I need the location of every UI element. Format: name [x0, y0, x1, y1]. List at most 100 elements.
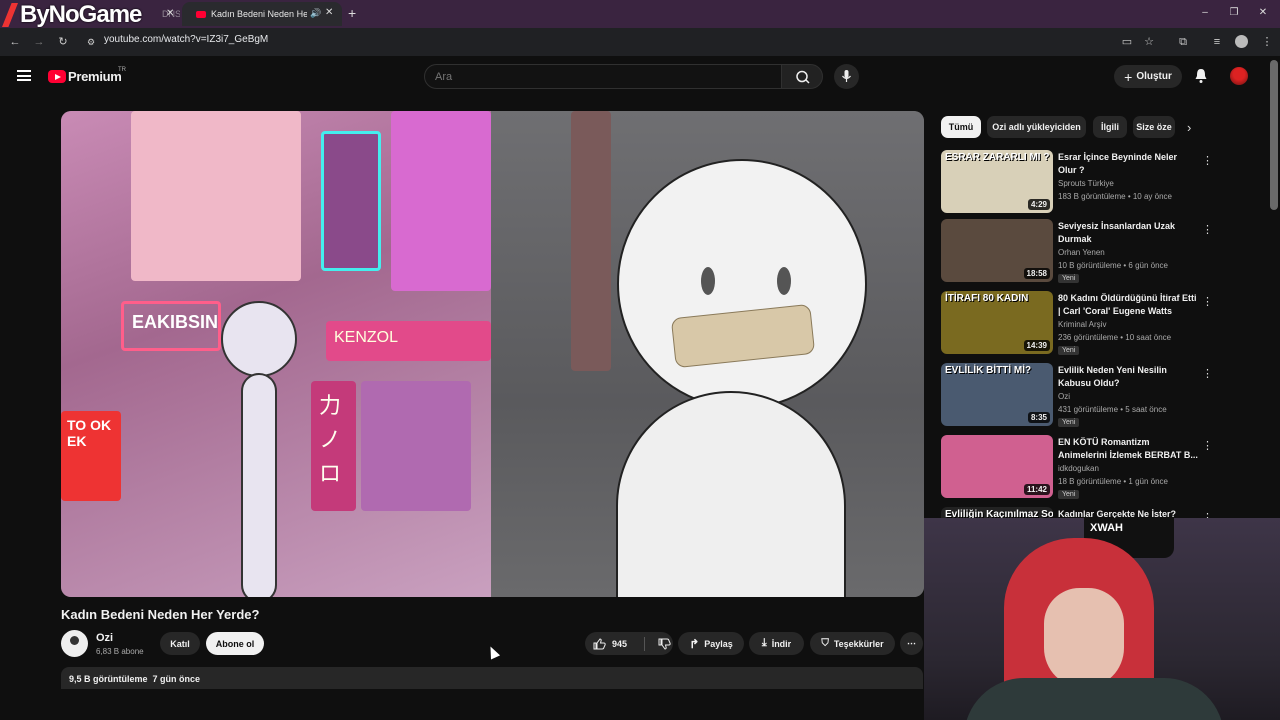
recommendation-title[interactable]: Kadınlar Gerçekte Ne İster? [1058, 508, 1198, 518]
search-input[interactable] [424, 64, 782, 89]
chip-related[interactable]: İlgili [1093, 116, 1127, 138]
poster [391, 111, 491, 291]
chair-logo: XWAH [1090, 522, 1123, 534]
chip-for-you[interactable]: Size öze [1133, 116, 1175, 138]
recommendation-channel[interactable]: Ozi [1058, 392, 1070, 401]
neon-sign-text: EAKIBSIN [121, 301, 221, 351]
account-avatar[interactable] [1230, 67, 1248, 85]
more-actions-button[interactable]: ⋯ [900, 632, 923, 655]
more-vertical-icon[interactable]: ⋮ [1202, 223, 1213, 236]
more-vertical-icon[interactable]: ⋮ [1202, 367, 1213, 380]
url-field[interactable]: youtube.com/watch?v=IZ3i7_GeBgM [104, 34, 268, 45]
description-box[interactable]: 9,5 B görüntüleme 7 gün önce [61, 667, 923, 689]
profile-icon[interactable] [1235, 35, 1248, 48]
channel-name[interactable]: Ozi [96, 632, 113, 644]
neon-sign-text: TO OK EK [61, 411, 121, 501]
recommendation-item[interactable]: İTİRAFI 80 KADIN 14:39 80 Kadını Öldürdüğü… [941, 291, 1213, 357]
recommendation-thumbnail[interactable]: 11:42 [941, 435, 1053, 498]
recommendation-title[interactable]: Evlilik Neden Yeni Nesilin Kabusu Oldu? [1058, 364, 1198, 390]
video-duration: 8:35 [1027, 412, 1050, 423]
recommendation-thumbnail[interactable]: ESRAR ZARARLI MI ? 4:29 [941, 150, 1053, 213]
recommendation-title[interactable]: Seviyesiz İnsanlardan Uzak Durmak [1058, 220, 1198, 246]
recommendation-channel[interactable]: Kriminal Arşiv [1058, 320, 1106, 329]
reading-list-icon[interactable]: ≡ [1210, 35, 1224, 49]
site-info-icon[interactable]: ⚙ [84, 35, 98, 49]
voice-search-button[interactable] [834, 64, 859, 89]
reload-icon[interactable]: ↻ [56, 35, 70, 49]
search-button[interactable] [781, 64, 823, 89]
like-button[interactable]: 945 [593, 637, 627, 650]
recommendation-title[interactable]: Esrar İçince Beyninde Neler Olur ? [1058, 151, 1198, 177]
logo-text[interactable]: Premium [68, 69, 122, 84]
neon-sign-text: 力ノロ [311, 381, 356, 511]
forward-icon[interactable]: → [32, 35, 46, 49]
close-window-icon[interactable]: ✕ [1256, 6, 1270, 20]
search-icon [796, 70, 810, 84]
neon-sign [321, 131, 381, 271]
like-dislike-group: 945 [585, 632, 673, 655]
thumbnail-text: Evliliğin Kaçınılmaz Sonu... [945, 509, 1053, 518]
channel-avatar[interactable] [61, 630, 88, 657]
recommendation-item[interactable]: EVLİLİK BİTTİ Mİ? 8:35 Evlilik Neden Yeni … [941, 363, 1213, 429]
recommendation-thumbnail[interactable]: İTİRAFI 80 KADIN 14:39 [941, 291, 1053, 354]
youtube-favicon-icon [196, 10, 206, 18]
bookmark-star-icon[interactable]: ☆ [1142, 35, 1156, 49]
recommendation-meta: 183 B görüntüleme • 10 ay önce [1058, 192, 1172, 201]
subscribe-button[interactable]: Abone ol [206, 632, 264, 655]
download-button[interactable]: ⤓ İndir [749, 632, 804, 655]
recommendation-meta: 18 B görüntüleme • 1 gün önce [1058, 477, 1168, 486]
back-icon[interactable]: ← [8, 35, 22, 49]
new-badge: Yeni [1058, 274, 1080, 283]
new-tab-icon[interactable]: + [348, 5, 356, 21]
video-player[interactable]: EAKIBSIN KENZOL TO OK EK 力ノロ [61, 111, 924, 597]
restore-icon[interactable]: ❐ [1227, 6, 1241, 20]
tab-title: Kadın Bedeni Neden Her Yerde [211, 9, 307, 19]
more-vertical-icon[interactable]: ⋮ [1202, 295, 1213, 308]
mouse-cursor-icon [485, 644, 501, 660]
install-app-icon[interactable]: ▭ [1120, 35, 1134, 49]
recommendation-item[interactable]: 18:58 Seviyesiz İnsanlardan Uzak Durmak Or… [941, 219, 1213, 285]
new-badge: Yeni [1058, 418, 1080, 427]
recommendation-thumbnail[interactable]: EVLİLİK BİTTİ Mİ? 8:35 [941, 363, 1053, 426]
notifications-bell-icon[interactable] [1194, 68, 1208, 84]
join-button[interactable]: Katıl [160, 632, 200, 655]
chip-all[interactable]: Tümü [941, 116, 981, 138]
thumbs-up-icon [593, 637, 606, 649]
thumbs-down-icon[interactable] [658, 638, 671, 650]
minimize-icon[interactable]: – [1198, 6, 1212, 20]
chip-from-uploader[interactable]: Ozi adlı yükleyiciden [987, 116, 1086, 138]
create-button[interactable]: + Oluştur [1114, 65, 1182, 88]
chevron-right-icon[interactable]: › [1187, 120, 1191, 135]
more-vertical-icon[interactable]: ⋮ [1202, 439, 1213, 452]
recommendation-thumbnail[interactable]: Evliliğin Kaçınılmaz Sonu... [941, 507, 1053, 518]
thanks-button[interactable]: ⛉ Teşekkürler [810, 632, 895, 655]
more-vertical-icon[interactable]: ⋮ [1202, 511, 1211, 518]
recommendation-channel[interactable]: Orhan Yenen [1058, 248, 1105, 257]
recommendation-item[interactable]: Evliliğin Kaçınılmaz Sonu... Kadınlar Ger… [941, 507, 1211, 518]
browser-menu-icon[interactable]: ⋮ [1260, 35, 1274, 49]
recommendation-channel[interactable]: Sprouts Türkiye [1058, 179, 1114, 188]
more-vertical-icon[interactable]: ⋮ [1202, 154, 1213, 167]
audio-playing-icon[interactable]: 🔊 [310, 8, 321, 19]
video-frame-left: EAKIBSIN KENZOL TO OK EK 力ノロ [61, 111, 491, 597]
neon-sign-text: KENZOL [326, 321, 491, 361]
menu-icon[interactable] [17, 70, 31, 81]
video-duration: 11:42 [1023, 484, 1050, 495]
recommendation-title[interactable]: 80 Kadını Öldürdüğünü İtiraf Etti | Carl… [1058, 292, 1198, 318]
youtube-logo-icon[interactable] [48, 70, 66, 83]
recommendation-channel[interactable]: idkdogukan [1058, 464, 1099, 473]
share-icon: ↱ [689, 636, 700, 651]
recommendation-thumbnail[interactable]: 18:58 [941, 219, 1053, 282]
tab-close-icon[interactable]: ✕ [166, 8, 174, 19]
extensions-icon[interactable]: ⧉ [1176, 35, 1190, 49]
stick-figure-head [221, 301, 297, 377]
thumbnail-text: İTİRAFI 80 KADIN [945, 293, 1029, 304]
page-scrollbar[interactable] [1270, 60, 1278, 210]
share-button[interactable]: ↱ Paylaş [678, 632, 744, 655]
video-duration: 4:29 [1027, 199, 1050, 210]
tab-close-icon[interactable]: ✕ [325, 7, 333, 18]
recommendation-meta: 236 görüntüleme • 10 saat önce [1058, 333, 1172, 342]
recommendation-item[interactable]: ESRAR ZARARLI MI ? 4:29 Esrar İçince Beyni… [941, 150, 1213, 216]
recommendation-item[interactable]: 11:42 EN KÖTÜ Romantizm Animelerini İzlem… [941, 435, 1213, 501]
recommendation-title[interactable]: EN KÖTÜ Romantizm Animelerini İzlemek BE… [1058, 436, 1198, 462]
